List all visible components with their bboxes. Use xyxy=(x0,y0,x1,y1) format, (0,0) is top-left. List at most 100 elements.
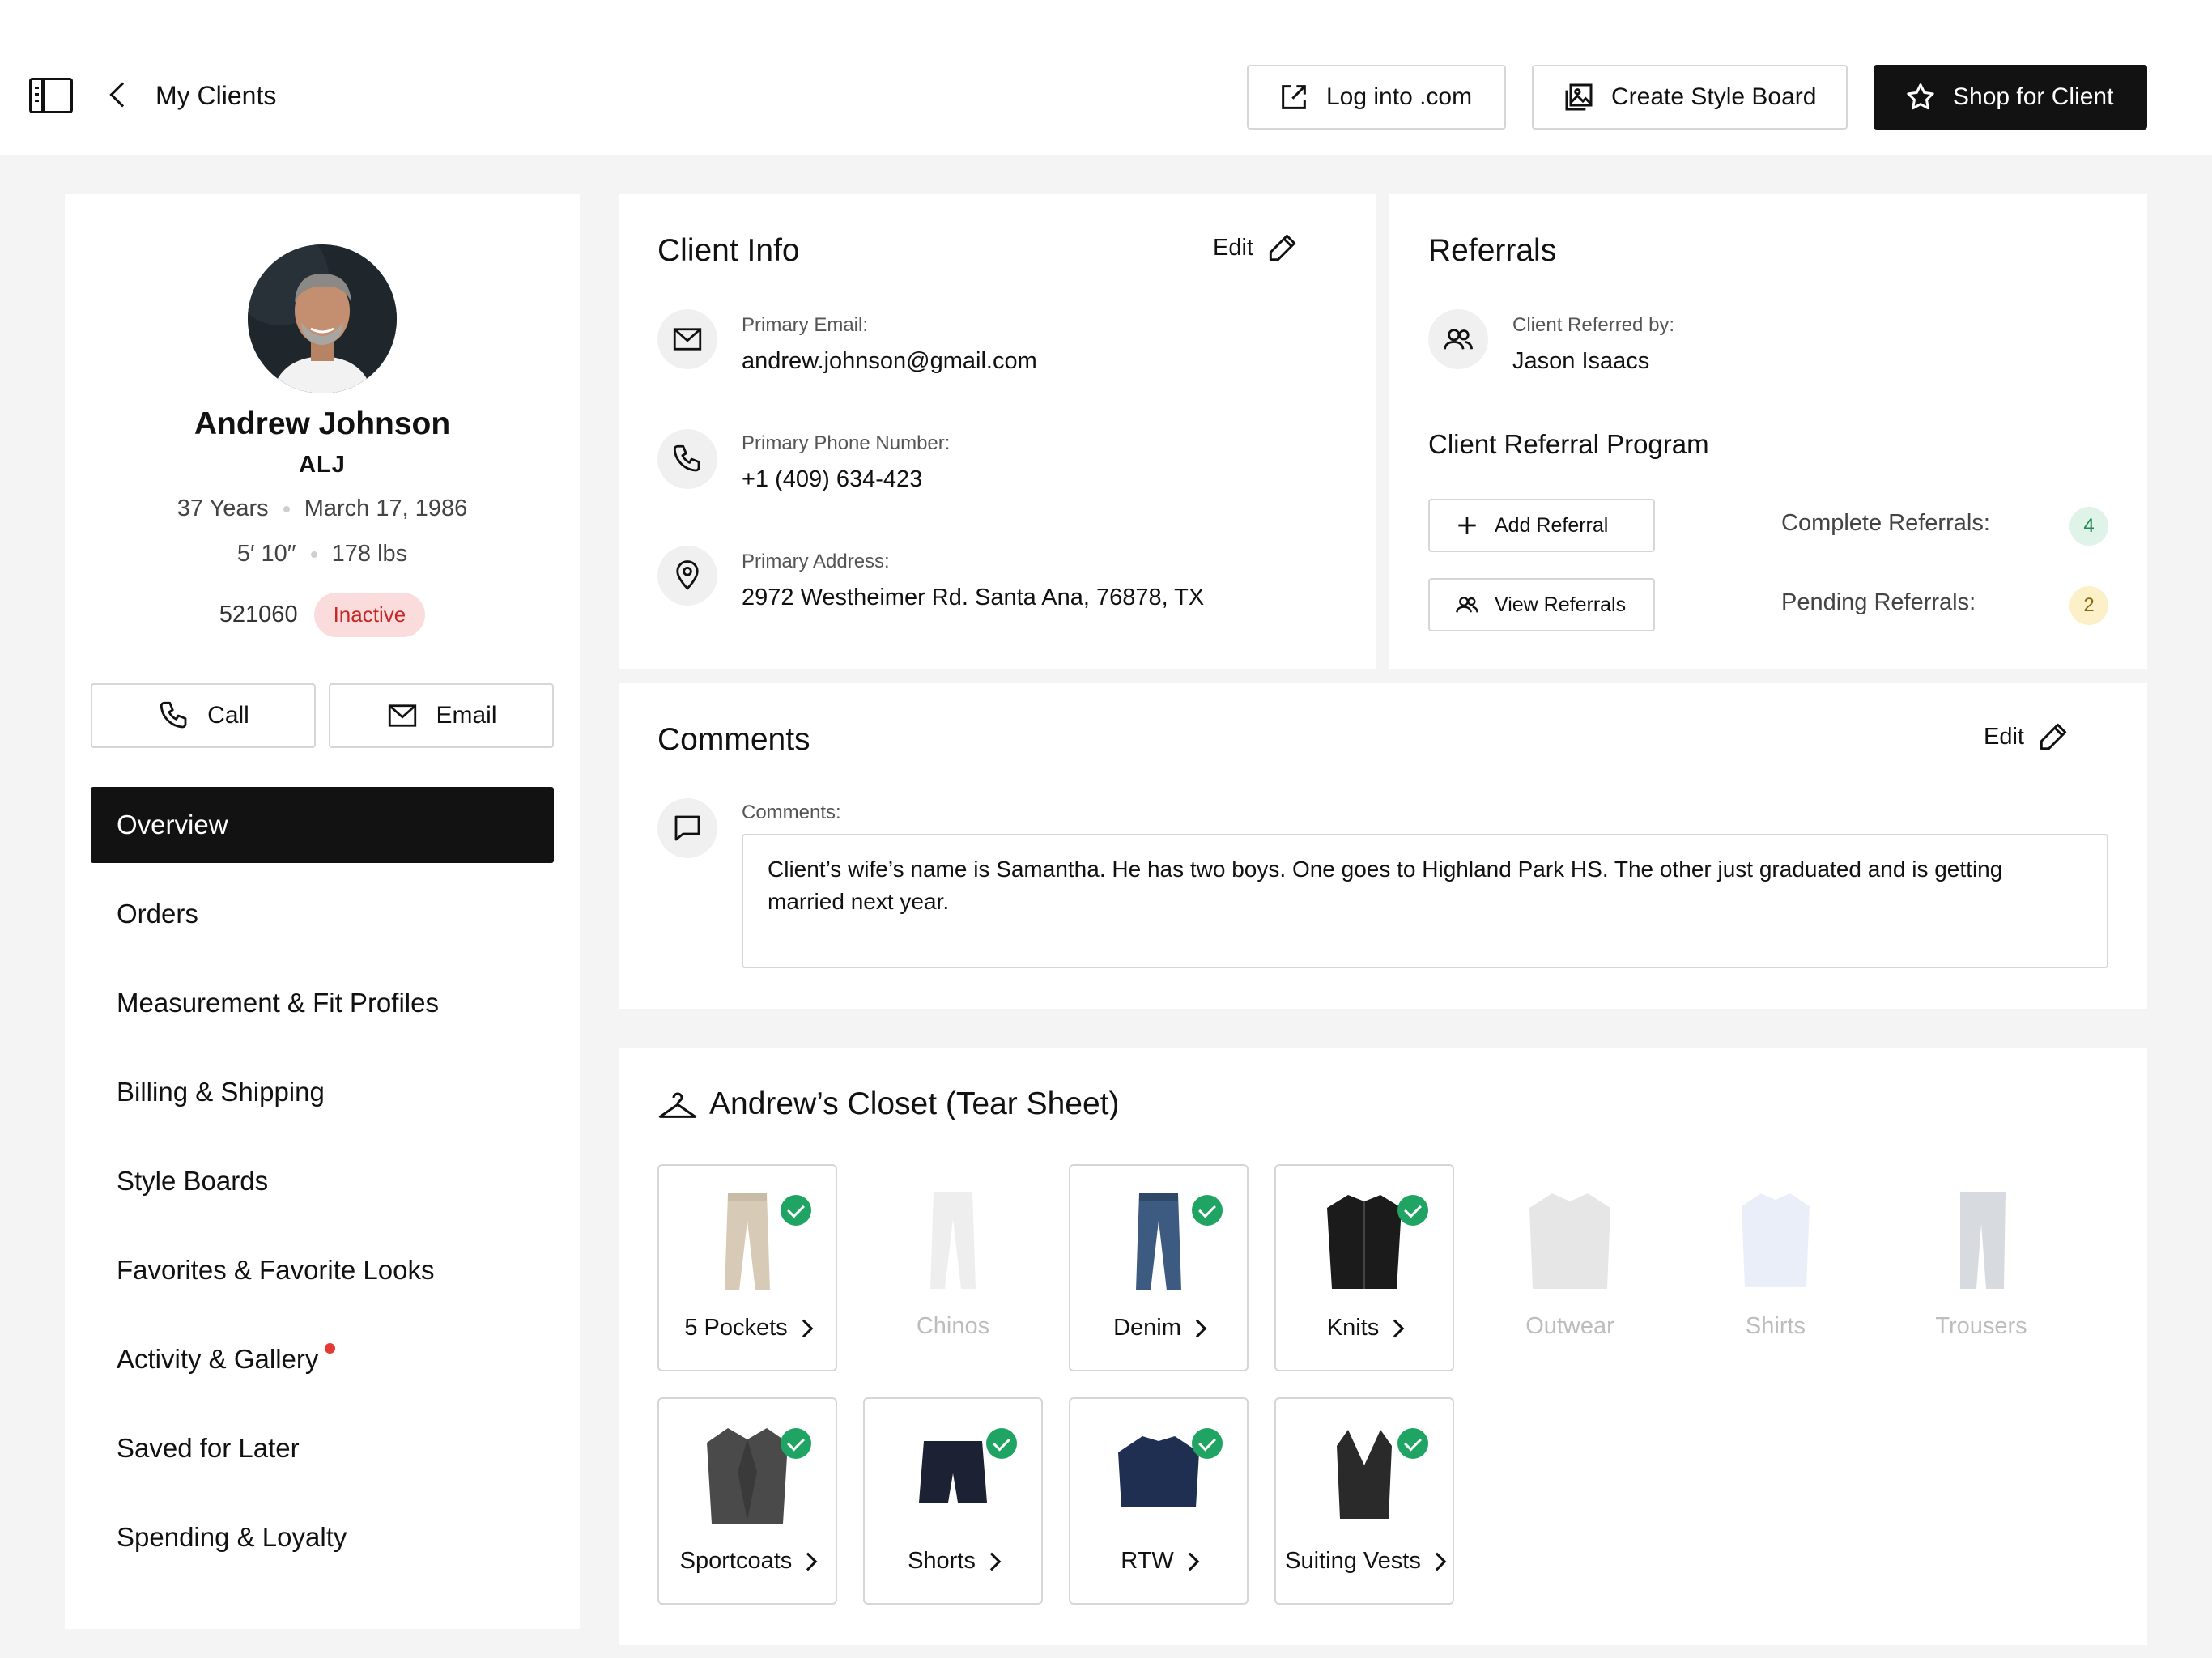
closet-item-label: Knits xyxy=(1326,1315,1380,1341)
log-into-button[interactable]: Log into .com xyxy=(1247,65,1506,130)
comment-icon-circle xyxy=(657,798,717,858)
closet-item-5-pockets[interactable]: 5 Pockets xyxy=(657,1164,837,1371)
comments-field-label: Comments: xyxy=(742,801,841,823)
check-icon xyxy=(1192,1195,1223,1226)
closet-item-shorts[interactable]: Shorts xyxy=(863,1397,1043,1605)
create-style-board-label: Create Style Board xyxy=(1611,83,1817,110)
edit-label: Edit xyxy=(1213,234,1253,261)
closet-item-label: Shorts xyxy=(908,1548,976,1574)
client-weight: 178 lbs xyxy=(331,541,408,567)
avatar xyxy=(248,244,397,393)
client-initials: ALJ xyxy=(299,452,346,478)
email-button[interactable]: Email xyxy=(329,683,554,748)
view-referrals-label: View Referrals xyxy=(1495,593,1627,616)
nav-item-overview[interactable]: Overview xyxy=(91,787,554,863)
closet-item-label: Suiting Vests xyxy=(1285,1548,1421,1574)
check-icon xyxy=(1397,1195,1428,1226)
primary-email-label: Primary Email: xyxy=(742,314,869,336)
referral-program-title: Client Referral Program xyxy=(1428,429,1709,459)
nav-item-style-boards[interactable]: Style Boards xyxy=(91,1143,554,1219)
check-icon xyxy=(781,1195,811,1226)
nav-item-orders[interactable]: Orders xyxy=(91,876,554,952)
add-referral-label: Add Referral xyxy=(1495,513,1609,537)
nav-item-activity-label: Activity & Gallery xyxy=(117,1344,319,1374)
closet-item-label: Trousers xyxy=(1935,1313,2027,1339)
speech-bubble-icon xyxy=(674,815,700,841)
create-style-board-button[interactable]: Create Style Board xyxy=(1532,65,1848,130)
closet-item-shirts: Shirts xyxy=(1686,1164,1865,1371)
chevron-right-icon xyxy=(1188,1319,1207,1337)
closet-item-rtw[interactable]: RTW xyxy=(1069,1397,1249,1605)
closet-item-chinos: Chinos xyxy=(863,1164,1043,1371)
chevron-right-icon xyxy=(1427,1552,1447,1571)
sidebar-toggle-icon[interactable] xyxy=(29,78,73,113)
id-status-row: 521060 Inactive xyxy=(65,593,580,637)
nav-item-saved[interactable]: Saved for Later xyxy=(91,1410,554,1486)
closet-item-label: 5 Pockets xyxy=(684,1315,788,1341)
users-icon xyxy=(1456,597,1478,613)
pending-referrals-count: 2 xyxy=(2069,586,2108,625)
comments-title: Comments xyxy=(657,722,810,757)
users-icon xyxy=(1443,329,1474,350)
people-icon-circle xyxy=(1428,309,1488,369)
age-birthdate-row: 37 Years March 17, 1986 xyxy=(65,495,580,522)
chevron-right-icon xyxy=(982,1552,1002,1571)
closet-item-label: RTW xyxy=(1121,1548,1174,1574)
complete-referrals-count: 4 xyxy=(2069,507,2108,546)
breadcrumb[interactable]: My Clients xyxy=(155,81,276,111)
chevron-right-icon xyxy=(1180,1552,1200,1571)
closet-item-denim[interactable]: Denim xyxy=(1069,1164,1249,1371)
primary-email-value: andrew.johnson@gmail.com xyxy=(742,348,1037,374)
nav-item-activity[interactable]: Activity & Gallery xyxy=(91,1321,554,1397)
phone-icon xyxy=(160,701,187,729)
client-info-edit-button[interactable]: Edit xyxy=(1213,230,1300,266)
closet-item-label: Outwear xyxy=(1525,1313,1614,1339)
check-icon xyxy=(1192,1428,1223,1459)
chevron-right-icon xyxy=(1385,1319,1405,1337)
edit-label: Edit xyxy=(1984,723,2024,750)
comments-edit-button[interactable]: Edit xyxy=(1984,719,2071,755)
separator-dot xyxy=(283,505,290,512)
email-label: Email xyxy=(436,702,497,729)
client-name: Andrew Johnson xyxy=(194,406,451,441)
call-button[interactable]: Call xyxy=(91,683,316,748)
nav-item-spending[interactable]: Spending & Loyalty xyxy=(91,1499,554,1575)
client-info-title: Client Info xyxy=(657,233,800,268)
client-birthdate: March 17, 1986 xyxy=(304,495,468,521)
primary-address-label: Primary Address: xyxy=(742,551,890,572)
closet-item-trousers: Trousers xyxy=(1891,1164,2071,1371)
comments-textarea[interactable]: Client’s wife’s name is Samantha. He has… xyxy=(742,834,2108,968)
closet-item-knits[interactable]: Knits xyxy=(1274,1164,1454,1371)
closet-item-label: Sportcoats xyxy=(679,1548,793,1574)
closet-item-sportcoats[interactable]: Sportcoats xyxy=(657,1397,837,1605)
add-referral-button[interactable]: Add Referral xyxy=(1428,499,1655,552)
view-referrals-button[interactable]: View Referrals xyxy=(1428,578,1655,631)
client-height: 5′ 10′′ xyxy=(236,541,296,567)
plus-icon xyxy=(1458,517,1476,534)
nav-item-favorites[interactable]: Favorites & Favorite Looks xyxy=(91,1232,554,1308)
jacket-icon xyxy=(1529,1193,1610,1289)
chevron-right-icon xyxy=(798,1552,818,1571)
pending-referrals-label: Pending Referrals: xyxy=(1781,589,1976,615)
separator-dot xyxy=(310,551,317,558)
check-icon xyxy=(781,1428,811,1459)
nav-item-billing[interactable]: Billing & Shipping xyxy=(91,1054,554,1130)
shop-for-client-button[interactable]: Shop for Client xyxy=(1874,65,2147,130)
location-icon-circle xyxy=(657,546,717,606)
external-link-icon xyxy=(1282,85,1306,109)
nav-item-measurement[interactable]: Measurement & Fit Profiles xyxy=(91,965,554,1041)
call-label: Call xyxy=(207,702,249,729)
back-chevron-icon[interactable] xyxy=(109,82,135,108)
client-id: 521060 xyxy=(219,602,298,627)
trousers-icon xyxy=(1960,1192,2006,1289)
primary-phone-value: +1 (409) 634-423 xyxy=(742,466,923,492)
comments-card: Comments Edit Comments: Client’s wife’s … xyxy=(619,683,2147,1009)
log-into-label: Log into .com xyxy=(1326,83,1473,110)
referrals-card: Referrals Client Referred by: Jason Isaa… xyxy=(1389,194,2147,669)
phone-icon-circle xyxy=(657,429,717,489)
closet-title: Andrew’s Closet (Tear Sheet) xyxy=(709,1086,1120,1121)
check-icon xyxy=(1397,1428,1428,1459)
closet-item-outwear: Outwear xyxy=(1480,1164,1660,1371)
closet-item-suiting-vests[interactable]: Suiting Vests xyxy=(1274,1397,1454,1605)
client-age: 37 Years xyxy=(177,495,269,521)
